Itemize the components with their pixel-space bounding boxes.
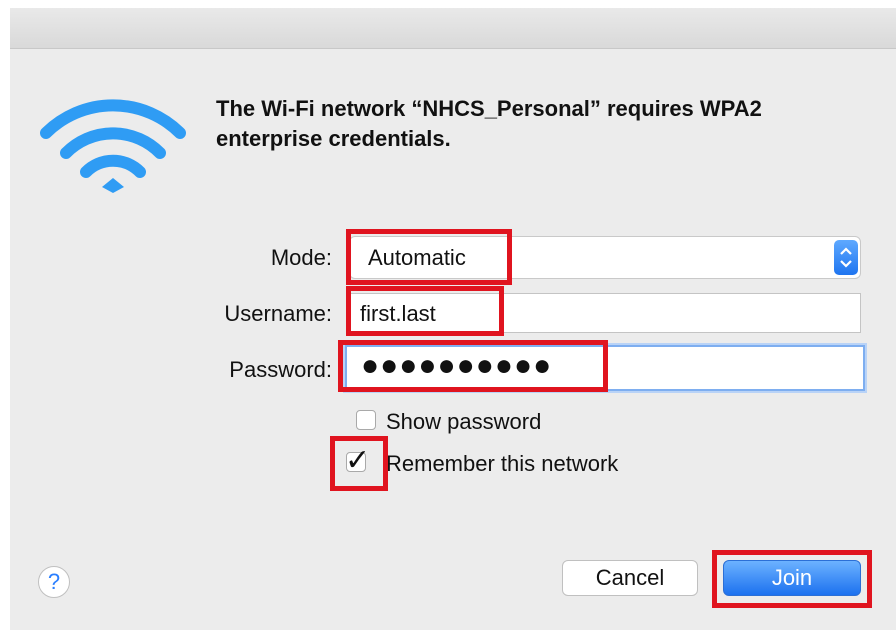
username-field[interactable]: first.last bbox=[349, 293, 861, 333]
mode-popup[interactable]: Automatic bbox=[349, 236, 861, 279]
username-label: Username: bbox=[224, 301, 332, 326]
window-titlebar[interactable] bbox=[10, 8, 896, 49]
password-mask: ●●●●●●●●●● bbox=[361, 349, 553, 382]
chevron-updown-icon bbox=[834, 240, 858, 275]
dialog-message: The Wi-Fi network “NHCS_Personal” requir… bbox=[216, 96, 762, 151]
show-password-label[interactable]: Show password bbox=[386, 409, 541, 435]
show-password-checkbox[interactable] bbox=[356, 410, 376, 430]
wifi-icon bbox=[40, 99, 186, 193]
username-value: first.last bbox=[360, 301, 436, 326]
mode-value: Automatic bbox=[368, 245, 466, 270]
password-field[interactable]: ●●●●●●●●●● bbox=[345, 345, 865, 391]
cancel-button[interactable]: Cancel bbox=[562, 560, 698, 596]
checkmark-icon: ✓ bbox=[345, 444, 371, 477]
password-label: Password: bbox=[229, 357, 332, 382]
help-button[interactable]: ? bbox=[38, 566, 70, 598]
remember-network-label[interactable]: Remember this network bbox=[386, 451, 618, 477]
join-button[interactable]: Join bbox=[723, 560, 861, 596]
mode-label: Mode: bbox=[270, 245, 332, 270]
remember-network-checkbox[interactable]: ✓ bbox=[345, 446, 370, 476]
